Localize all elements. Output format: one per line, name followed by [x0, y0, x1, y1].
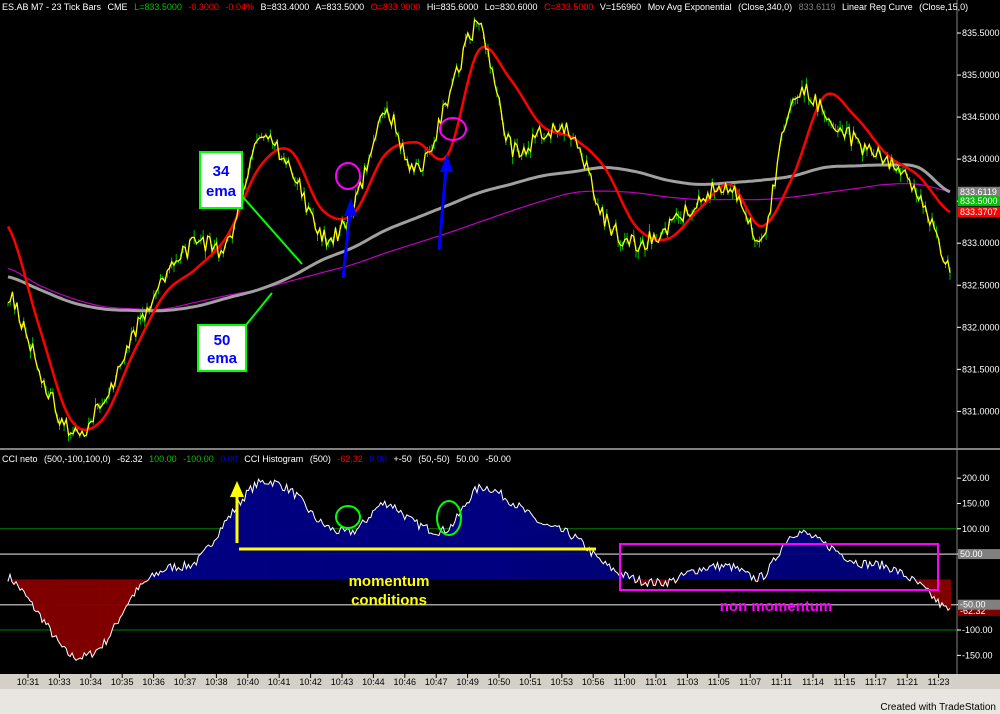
cci-v4: 0.00: [220, 454, 238, 464]
time-tick-label: 11:11: [771, 677, 792, 687]
time-tick-label: 10:46: [394, 677, 417, 687]
ema34-label-2: ema: [206, 183, 237, 200]
price-header: ES.AB M7 - 23 Tick Bars CME L=833.5000 -…: [2, 2, 968, 12]
time-tick-label: 10:40: [237, 677, 260, 687]
time-tick-label: 10:33: [48, 677, 71, 687]
net-change: -0.3000: [188, 2, 219, 12]
time-tick-label: 11:00: [614, 677, 636, 687]
linreg-label: Linear Reg Curve: [842, 2, 913, 12]
time-tick-label: 11:03: [676, 677, 698, 687]
non-momentum-label: non momentum: [720, 598, 833, 615]
ask: A=833.5000: [315, 2, 364, 12]
hist-params: (500): [310, 454, 331, 464]
price-tag-label: 833.5000: [960, 196, 998, 206]
volume: V=156960: [600, 2, 641, 12]
footer-credit: Created with TradeStation: [880, 702, 996, 713]
cci-tick-label: 100.00: [962, 524, 990, 534]
price-panel[interactable]: [0, 0, 957, 448]
mavg-params: (Close,340,0): [738, 2, 792, 12]
cci-params: (500,-100,100,0): [44, 454, 111, 464]
cci-header: CCI neto (500,-100,100,0) -62.32 100.00 …: [2, 454, 511, 464]
time-tick-label: 10:43: [331, 677, 354, 687]
time-tick-label: 10:53: [551, 677, 574, 687]
cci-v1: -62.32: [117, 454, 143, 464]
price-tick-label: 832.0000: [962, 322, 1000, 332]
cci-v2: 100.00: [149, 454, 177, 464]
time-tick-label: 11:21: [896, 677, 918, 687]
cci-tick-label: 150.00: [962, 498, 990, 508]
time-tick-label: 11:05: [708, 677, 730, 687]
time-tick-label: 11:23: [928, 677, 950, 687]
high: Hi=835.6000: [427, 2, 478, 12]
momentum-label-2: conditions: [351, 592, 427, 609]
time-tick-label: 10:34: [80, 677, 103, 687]
linreg-params: (Close,15,0): [919, 2, 968, 12]
last-price: L=833.5000: [134, 2, 182, 12]
time-tick-label: 10:41: [268, 677, 291, 687]
hist-h6: -50.00: [485, 454, 511, 464]
hist-h3: +-50: [393, 454, 411, 464]
ema50-label-1: 50: [214, 332, 231, 349]
price-tick-label: 831.5000: [962, 364, 1000, 374]
right-axis: [957, 0, 1000, 674]
time-tick-label: 10:44: [362, 677, 385, 687]
time-tick-label: 10:47: [425, 677, 448, 687]
cci-v3: -100.00: [183, 454, 214, 464]
time-tick-label: 11:01: [645, 677, 667, 687]
time-tick-label: 10:50: [488, 677, 511, 687]
time-tick-label: 10:31: [17, 677, 40, 687]
price-tick-label: 834.0000: [962, 154, 1000, 164]
cci-tick-label: -150.00: [962, 650, 993, 660]
time-tick-label: 11:07: [739, 677, 761, 687]
mavg-value: 833.6119: [799, 2, 836, 12]
price-tick-label: 835.5000: [962, 28, 1000, 38]
cci-name: CCI neto: [2, 454, 38, 464]
time-tick-label: 10:38: [205, 677, 228, 687]
time-tick-label: 10:37: [174, 677, 197, 687]
price-tick-label: 831.0000: [962, 406, 1000, 416]
symbol: ES.AB M7 - 23 Tick Bars: [2, 2, 102, 12]
momentum-label-1: momentum: [349, 573, 430, 590]
hist-h1: -62.32: [337, 454, 363, 464]
time-tick-label: 11:15: [833, 677, 855, 687]
time-tick-label: 11:14: [802, 677, 824, 687]
exchange: CME: [108, 2, 128, 12]
price-tick-label: 833.0000: [962, 238, 1000, 248]
price-tick-label: 834.5000: [962, 112, 1000, 122]
hist-h5: 50.00: [456, 454, 479, 464]
price-tick-label: 832.5000: [962, 280, 1000, 290]
time-tick-label: 10:36: [142, 677, 165, 687]
ema34-label-1: 34: [213, 163, 230, 180]
bid: B=833.4000: [260, 2, 309, 12]
tradestation-chart: ES.AB M7 - 23 Tick Bars CME L=833.5000 -…: [0, 0, 1000, 714]
hist-h2: 0.00: [369, 454, 387, 464]
time-tick-label: 10:35: [111, 677, 134, 687]
time-tick-label: 10:56: [582, 677, 605, 687]
cci-tick-label: 200.00: [962, 473, 990, 483]
pct-change: -0.04%: [225, 2, 254, 12]
hist-name: CCI Histogram: [244, 454, 303, 464]
time-tick-label: 11:17: [865, 677, 887, 687]
cci-tick-label: -100.00: [962, 625, 993, 635]
price-tick-label: 835.0000: [962, 70, 1000, 80]
time-tick-label: 10:51: [519, 677, 542, 687]
price-axis-tags: 833.6119833.5000833.3707: [958, 186, 1000, 218]
cci-tag-label: -50.00: [960, 600, 986, 610]
close: C=833.5000: [544, 2, 593, 12]
ema50-label-2: ema: [207, 350, 238, 367]
hist-h4: (50,-50): [418, 454, 450, 464]
cci-tag-label: 50.00: [960, 549, 983, 559]
time-tick-label: 10:49: [456, 677, 479, 687]
low: Lo=830.6000: [485, 2, 538, 12]
mavg-label: Mov Avg Exponential: [648, 2, 732, 12]
time-tick-label: 10:42: [299, 677, 322, 687]
open: O=833.9000: [371, 2, 421, 12]
price-tag-label: 833.3707: [960, 207, 998, 217]
